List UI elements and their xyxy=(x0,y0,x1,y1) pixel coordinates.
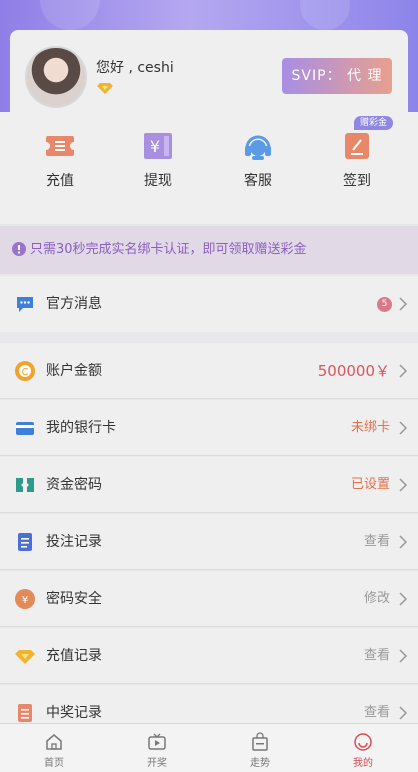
greeting-text: 您好 , ceshi xyxy=(96,60,174,76)
alert-icon xyxy=(12,242,26,256)
tab-trends[interactable]: 走势 xyxy=(208,724,312,772)
tab-home[interactable]: 首页 xyxy=(2,724,106,772)
row-label: 资金密码 xyxy=(46,477,102,493)
shortcut-label: 客服 xyxy=(244,173,272,189)
row-label: 密码安全 xyxy=(46,591,102,607)
menu-row-fund-password[interactable]: 资金密码 已设置 xyxy=(0,457,418,513)
chevron-right-icon xyxy=(399,649,408,663)
headset-icon xyxy=(245,135,271,160)
chevron-right-icon xyxy=(399,364,408,378)
chevron-right-icon xyxy=(399,535,408,549)
key-icon xyxy=(16,478,34,492)
svip-agent-button[interactable]: SVIP： 代 理 xyxy=(282,58,392,94)
shortcut-withdraw[interactable]: ¥ 提现 xyxy=(118,130,198,190)
bank-card-icon xyxy=(16,422,34,435)
chevron-right-icon xyxy=(399,706,408,720)
svg-text:¥: ¥ xyxy=(150,137,160,156)
shortcut-label: 签到 xyxy=(343,173,371,189)
row-action: 查看 xyxy=(363,534,390,549)
row-label: 充值记录 xyxy=(46,648,102,664)
row-label: 投注记录 xyxy=(46,534,102,550)
chevron-right-icon xyxy=(399,478,408,492)
ticket-icon xyxy=(44,136,76,156)
profile-icon xyxy=(354,733,372,751)
shortcut-label: 提现 xyxy=(144,173,172,189)
tab-profile[interactable]: 我的 xyxy=(311,724,415,772)
home-icon xyxy=(46,734,62,750)
shortcut-bar: 赠彩金 充值 ¥ 提现 客服 签到 xyxy=(0,112,418,224)
vip-diamond-icon xyxy=(97,83,113,94)
shortcut-label: 充值 xyxy=(46,173,74,189)
svg-text:C: C xyxy=(22,367,29,378)
coin-icon: C xyxy=(15,361,35,381)
chevron-right-icon xyxy=(399,592,408,606)
chevron-right-icon xyxy=(399,297,408,311)
menu-row-password-security[interactable]: ¥ 密码安全 修改 xyxy=(0,571,418,627)
list-icon xyxy=(18,704,32,722)
verification-notice[interactable]: 只需30秒完成实名绑卡认证，即可领取赠送彩金 xyxy=(0,226,418,274)
row-action: 查看 xyxy=(363,648,390,663)
message-icon xyxy=(17,297,33,312)
avatar[interactable] xyxy=(25,46,87,108)
yuan-bill-icon: ¥ xyxy=(144,133,172,159)
bottom-tab-bar: 首页 开奖 走势 我的 xyxy=(0,723,418,772)
tab-label: 首页 xyxy=(44,758,64,769)
tab-lottery-results[interactable]: 开奖 xyxy=(105,724,209,772)
shortcut-service[interactable]: 客服 xyxy=(218,130,298,190)
shortcut-recharge[interactable]: 充值 xyxy=(20,130,100,190)
row-label: 我的银行卡 xyxy=(46,420,116,436)
svg-text:¥: ¥ xyxy=(22,595,28,606)
tab-label: 我的 xyxy=(353,758,373,769)
bank-card-status: 未绑卡 xyxy=(350,420,390,435)
fund-password-status: 已设置 xyxy=(350,477,390,492)
menu-row-messages[interactable]: 官方消息 5 xyxy=(0,276,418,332)
row-label: 账户金额 xyxy=(46,363,102,379)
security-coin-icon: ¥ xyxy=(15,589,35,609)
menu-row-bank-card[interactable]: 我的银行卡 未绑卡 xyxy=(0,400,418,456)
user-card: 您好 , ceshi SVIP： 代 理 xyxy=(10,30,408,114)
menu-row-bet-records[interactable]: 投注记录 查看 xyxy=(0,514,418,570)
bag-icon xyxy=(252,732,268,751)
tab-label: 开奖 xyxy=(147,758,167,769)
row-label: 官方消息 xyxy=(46,296,102,312)
document-icon xyxy=(18,533,32,551)
balance-value: 500000￥ xyxy=(317,362,390,380)
tab-label: 走势 xyxy=(250,758,270,769)
menu-row-recharge-records[interactable]: 充值记录 查看 xyxy=(0,628,418,684)
row-action: 修改 xyxy=(363,591,390,606)
menu-row-balance[interactable]: C 账户金额 500000￥ xyxy=(0,343,418,399)
bonus-tag: 赠彩金 xyxy=(354,116,394,130)
sign-in-icon xyxy=(345,133,369,159)
shortcut-checkin[interactable]: 签到 xyxy=(317,130,397,190)
tv-icon xyxy=(148,733,166,750)
notice-text: 只需30秒完成实名绑卡认证，即可领取赠送彩金 xyxy=(30,242,307,257)
diamond-icon xyxy=(15,650,35,664)
chevron-right-icon xyxy=(399,421,408,435)
unread-count-badge: 5 xyxy=(377,297,392,312)
